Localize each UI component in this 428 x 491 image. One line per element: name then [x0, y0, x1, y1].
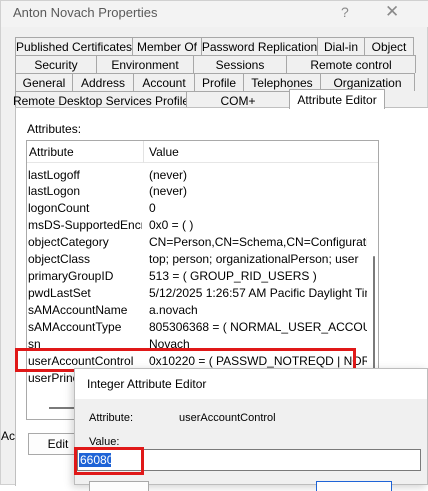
attribute-name: sn: [28, 337, 41, 351]
tab-security[interactable]: Security: [15, 55, 97, 73]
attribute-value: (never): [149, 184, 188, 198]
clear-button[interactable]: [89, 481, 149, 491]
attribute-name: primaryGroupID: [28, 269, 114, 283]
list-item[interactable]: logonCount 0: [27, 200, 367, 216]
list-item[interactable]: primaryGroupID 513 = ( GROUP_RID_USERS ): [27, 268, 367, 284]
tab-remote-control[interactable]: Remote control: [286, 55, 416, 73]
tab-account[interactable]: Account: [133, 73, 195, 91]
attribute-name: pwdLastSet: [28, 286, 91, 300]
attribute-value: CN=Person,CN=Schema,CN=Configuration,DC: [149, 235, 367, 249]
attribute-value: top; person; organizationalPerson; user: [149, 252, 359, 266]
tab-row-2: Security Environment Sessions Remote con…: [15, 55, 416, 73]
dialog-title: Integer Attribute Editor: [87, 377, 207, 391]
attribute-value: a.novach: [149, 303, 198, 317]
attribute-name: objectCategory: [28, 235, 109, 249]
attribute-name: msDS-SupportedEncr...: [28, 218, 142, 232]
tab-attribute-editor[interactable]: Attribute Editor: [289, 89, 385, 109]
attribute-name: userAccountControl: [28, 354, 134, 368]
column-divider[interactable]: [143, 141, 144, 163]
tab-profile[interactable]: Profile: [194, 73, 244, 91]
attribute-value: Novach: [149, 337, 190, 351]
attribute-value: 5/12/2025 1:26:57 AM Pacific Daylight Ti…: [149, 286, 367, 300]
list-item[interactable]: lastLogon (never): [27, 183, 367, 199]
attribute-value: 0x0 = ( ): [149, 218, 194, 232]
list-item[interactable]: pwdLastSet 5/12/2025 1:26:57 AM Pacific D…: [27, 285, 367, 301]
attribute-value: 0: [149, 201, 156, 215]
attributes-label: Attributes:: [27, 122, 82, 136]
tab-sessions[interactable]: Sessions: [193, 55, 287, 73]
close-icon[interactable]: ✕: [385, 2, 399, 22]
attribute-name: sAMAccountType: [28, 320, 122, 334]
attribute-name: logonCount: [28, 201, 90, 215]
tab-password-replication[interactable]: Password Replication: [201, 37, 318, 55]
attribute-name: sAMAccountName: [28, 303, 128, 317]
tab-published-certificates[interactable]: Published Certificates: [15, 37, 133, 55]
attribute-value: 513 = ( GROUP_RID_USERS ): [149, 269, 317, 283]
tab-row-1: Published Certificates Member Of Passwor…: [15, 37, 414, 55]
tab-address[interactable]: Address: [72, 73, 134, 91]
list-item[interactable]: objectCategory CN=Person,CN=Schema,CN=Con…: [27, 234, 367, 250]
background-text-fragment: Ac: [1, 429, 16, 443]
help-icon[interactable]: ?: [341, 4, 349, 20]
tab-member-of[interactable]: Member Of: [132, 37, 202, 55]
attribute-name: objectClass: [28, 252, 91, 266]
integer-attribute-editor-dialog: Integer Attribute Editor Attribute: user…: [74, 368, 428, 491]
column-header-attribute[interactable]: Attribute: [29, 145, 74, 159]
attribute-name-value: userAccountControl: [179, 412, 276, 424]
attribute-name: lastLogoff: [28, 168, 80, 182]
title-bar: Anton Novach Properties ? ✕: [1, 1, 428, 27]
attribute-label: Attribute:: [89, 412, 134, 424]
tab-object[interactable]: Object: [364, 37, 414, 55]
list-header: Attribute Value: [27, 141, 378, 163]
attribute-value: (never): [149, 168, 188, 182]
tab-general[interactable]: General: [15, 73, 73, 91]
list-item[interactable]: lastLogoff (never): [27, 167, 367, 183]
list-item[interactable]: msDS-SupportedEncr... 0x0 = ( ): [27, 217, 367, 233]
window-title: Anton Novach Properties: [13, 5, 158, 20]
tab-environment[interactable]: Environment: [96, 55, 194, 73]
list-item-selected[interactable]: userAccountControl 0x10220 = ( PASSWD_NOT…: [27, 353, 367, 369]
value-label: Value:: [89, 436, 120, 448]
attribute-value: 0x10220 = ( PASSWD_NOTREQD | NORMA: [149, 354, 367, 368]
value-input[interactable]: [77, 449, 421, 471]
attribute-name: lastLogon: [28, 184, 81, 198]
ok-button[interactable]: [316, 481, 392, 491]
list-item[interactable]: sAMAccountName a.novach: [27, 302, 367, 318]
column-header-value[interactable]: Value: [149, 145, 179, 159]
tab-dial-in[interactable]: Dial-in: [317, 37, 365, 55]
list-item[interactable]: sn Novach: [27, 336, 367, 352]
dialog-title-bar: Integer Attribute Editor: [75, 369, 427, 399]
list-item[interactable]: sAMAccountType 805306368 = ( NORMAL_USER_…: [27, 319, 367, 335]
list-item[interactable]: objectClass top; person; organizationalPe…: [27, 251, 367, 267]
value-input-selected-text[interactable]: 66080: [79, 453, 113, 467]
attribute-value: 805306368 = ( NORMAL_USER_ACCOUNT: [149, 320, 367, 334]
